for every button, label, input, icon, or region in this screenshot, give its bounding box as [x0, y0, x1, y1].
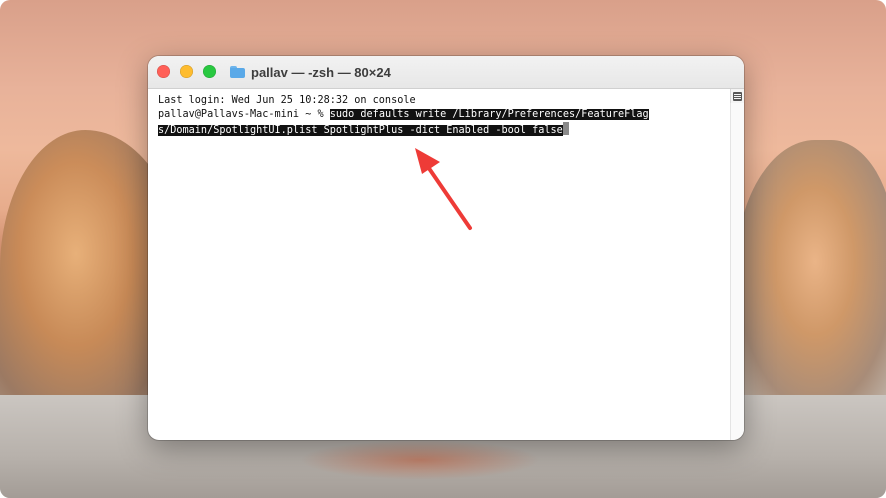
scroll-menu-button[interactable]	[730, 89, 744, 103]
minimize-button[interactable]	[180, 65, 193, 78]
maximize-button[interactable]	[203, 65, 216, 78]
command-line-2: s/Domain/SpotlightUI.plist SpotlightPlus…	[158, 122, 728, 136]
window-title: pallav — -zsh — 80×24	[251, 64, 391, 80]
terminal-window: pallav — -zsh — 80×24 Last login: Wed Ju…	[148, 56, 744, 440]
command-text-part2[interactable]: s/Domain/SpotlightUI.plist SpotlightPlus…	[158, 125, 563, 136]
window-title-group: pallav — -zsh — 80×24	[230, 64, 391, 80]
scrollbar-track[interactable]	[730, 103, 744, 440]
shell-prompt: pallav@Pallavs-Mac-mini ~ %	[158, 109, 330, 120]
close-button[interactable]	[157, 65, 170, 78]
folder-icon	[230, 66, 245, 78]
command-text-part1[interactable]: sudo defaults write /Library/Preferences…	[329, 109, 649, 120]
wallpaper-ground-band	[300, 440, 540, 480]
wallpaper-rock-right	[735, 140, 886, 410]
last-login-line: Last login: Wed Jun 25 10:28:32 on conso…	[158, 95, 416, 106]
command-line-1: pallav@Pallavs-Mac-mini ~ % sudo default…	[158, 108, 728, 122]
scroll-menu-icon	[733, 91, 742, 101]
text-cursor	[562, 122, 569, 135]
title-bar[interactable]: pallav — -zsh — 80×24	[148, 56, 744, 89]
annotation-arrow-icon	[415, 148, 472, 230]
